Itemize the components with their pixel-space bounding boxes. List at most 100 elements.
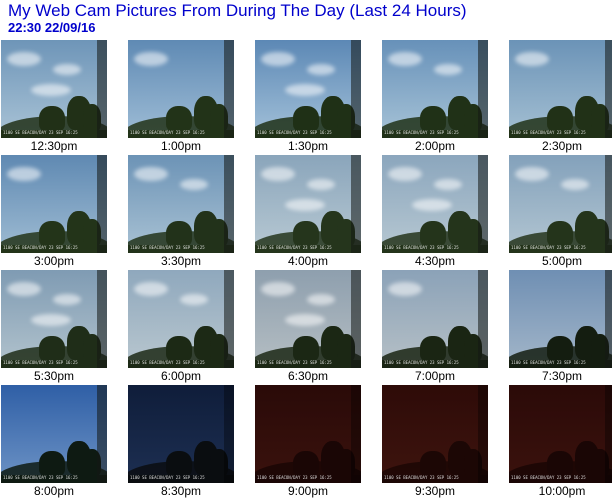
webcam-image[interactable]: 1100 SE BEACON/DAY 23 SEP 16:25 [128,40,234,138]
cloud-shape [261,282,295,296]
cloud-shape [261,167,295,181]
webcam-image[interactable]: 1100 SE BEACON/DAY 23 SEP 16:25 [509,270,612,368]
tree-silhouette [293,221,319,247]
webcam-thumbnail[interactable]: 1100 SE BEACON/DAY 23 SEP 16:25 1:30pm [255,40,361,154]
webcam-image[interactable]: 1100 SE BEACON/DAY 23 SEP 16:25 [255,40,361,138]
window-frame [605,385,612,483]
cloud-shape [307,294,335,305]
image-caption: 1100 SE BEACON/DAY 23 SEP 16:25 [511,360,586,365]
webcam-thumbnail[interactable]: 1100 SE BEACON/DAY 23 SEP 16:25 9:30pm [382,385,488,499]
webcam-image[interactable]: 1100 SE BEACON/DAY 23 SEP 16:25 [128,385,234,483]
webcam-thumbnail[interactable]: 1100 SE BEACON/DAY 23 SEP 16:25 2:30pm [509,40,612,154]
cloud-shape [515,167,549,181]
image-caption: 1100 SE BEACON/DAY 23 SEP 16:25 [130,360,205,365]
webcam-thumbnail[interactable]: 1100 SE BEACON/DAY 23 SEP 16:25 5:30pm [1,270,107,384]
webcam-image[interactable]: 1100 SE BEACON/DAY 23 SEP 16:25 [128,155,234,253]
tree-silhouette [39,451,65,477]
window-frame [97,270,107,368]
window-frame [97,385,107,483]
thumbnail-time-label: 6:30pm [287,369,329,383]
webcam-thumbnail[interactable]: 1100 SE BEACON/DAY 23 SEP 16:25 4:00pm [255,155,361,269]
thumbnail-time-label: 1:00pm [160,139,202,153]
image-caption: 1100 SE BEACON/DAY 23 SEP 16:25 [130,245,205,250]
tree-silhouette [420,336,446,362]
tree-silhouette [293,106,319,132]
webcam-thumbnail[interactable]: 1100 SE BEACON/DAY 23 SEP 16:25 4:30pm [382,155,488,269]
thumbnail-time-label: 5:00pm [541,254,583,268]
thumbnail-time-label: 9:30pm [414,484,456,498]
thumbnail-time-label: 9:00pm [287,484,329,498]
image-caption: 1100 SE BEACON/DAY 23 SEP 16:25 [384,130,459,135]
webcam-thumbnail[interactable]: 1100 SE BEACON/DAY 23 SEP 16:25 5:00pm [509,155,612,269]
webcam-thumbnail[interactable]: 1100 SE BEACON/DAY 23 SEP 16:25 7:00pm [382,270,488,384]
image-caption: 1100 SE BEACON/DAY 23 SEP 16:25 [257,245,332,250]
tree-silhouette [293,451,319,477]
webcam-image[interactable]: 1100 SE BEACON/DAY 23 SEP 16:25 [1,40,107,138]
page-title: My Web Cam Pictures From During The Day … [8,1,467,20]
image-caption: 1100 SE BEACON/DAY 23 SEP 16:25 [384,475,459,480]
webcam-thumbnail[interactable]: 1100 SE BEACON/DAY 23 SEP 16:25 9:00pm [255,385,361,499]
webcam-image[interactable]: 1100 SE BEACON/DAY 23 SEP 16:25 [382,40,488,138]
webcam-image[interactable]: 1100 SE BEACON/DAY 23 SEP 16:25 [255,155,361,253]
webcam-thumbnail[interactable]: 1100 SE BEACON/DAY 23 SEP 16:25 3:30pm [128,155,234,269]
thumbnail-time-label: 2:30pm [541,139,583,153]
image-caption: 1100 SE BEACON/DAY 23 SEP 16:25 [3,360,78,365]
cloud-shape [53,64,81,75]
webcam-thumbnail[interactable]: 1100 SE BEACON/DAY 23 SEP 16:25 8:30pm [128,385,234,499]
cloud-shape [434,64,462,75]
webcam-image[interactable]: 1100 SE BEACON/DAY 23 SEP 16:25 [509,155,612,253]
thumbnail-time-label: 5:30pm [33,369,75,383]
cloud-shape [31,314,71,326]
image-caption: 1100 SE BEACON/DAY 23 SEP 16:25 [257,360,332,365]
image-caption: 1100 SE BEACON/DAY 23 SEP 16:25 [511,245,586,250]
window-frame [224,385,234,483]
cloud-shape [7,282,41,296]
thumbnail-time-label: 4:30pm [414,254,456,268]
cloud-shape [388,167,422,181]
webcam-image[interactable]: 1100 SE BEACON/DAY 23 SEP 16:25 [255,270,361,368]
webcam-image[interactable]: 1100 SE BEACON/DAY 23 SEP 16:25 [382,270,488,368]
webcam-thumbnail[interactable]: 1100 SE BEACON/DAY 23 SEP 16:25 7:30pm [509,270,612,384]
cloud-shape [388,282,422,296]
webcam-image[interactable]: 1100 SE BEACON/DAY 23 SEP 16:25 [382,385,488,483]
tree-silhouette [420,451,446,477]
webcam-image[interactable]: 1100 SE BEACON/DAY 23 SEP 16:25 [255,385,361,483]
image-caption: 1100 SE BEACON/DAY 23 SEP 16:25 [130,475,205,480]
window-frame [478,270,488,368]
window-frame [605,155,612,253]
cloud-shape [31,84,71,96]
window-frame [351,385,361,483]
webcam-image[interactable]: 1100 SE BEACON/DAY 23 SEP 16:25 [1,385,107,483]
webcam-thumbnail[interactable]: 1100 SE BEACON/DAY 23 SEP 16:25 8:00pm [1,385,107,499]
thumbnail-time-label: 3:00pm [33,254,75,268]
tree-silhouette [547,451,573,477]
webcam-image[interactable]: 1100 SE BEACON/DAY 23 SEP 16:25 [509,40,612,138]
tree-silhouette [166,106,192,132]
webcam-thumbnail[interactable]: 1100 SE BEACON/DAY 23 SEP 16:25 6:30pm [255,270,361,384]
tree-silhouette [166,336,192,362]
webcam-image[interactable]: 1100 SE BEACON/DAY 23 SEP 16:25 [1,155,107,253]
webcam-thumbnail[interactable]: 1100 SE BEACON/DAY 23 SEP 16:25 10:00pm [509,385,612,499]
tree-silhouette [420,106,446,132]
thumbnail-time-label: 4:00pm [287,254,329,268]
tree-silhouette [39,336,65,362]
tree-silhouette [547,106,573,132]
thumbnail-time-label: 2:00pm [414,139,456,153]
webcam-image[interactable]: 1100 SE BEACON/DAY 23 SEP 16:25 [1,270,107,368]
webcam-thumbnail[interactable]: 1100 SE BEACON/DAY 23 SEP 16:25 12:30pm [1,40,107,154]
webcam-image[interactable]: 1100 SE BEACON/DAY 23 SEP 16:25 [128,270,234,368]
image-caption: 1100 SE BEACON/DAY 23 SEP 16:25 [384,360,459,365]
webcam-thumbnail[interactable]: 1100 SE BEACON/DAY 23 SEP 16:25 1:00pm [128,40,234,154]
cloud-shape [388,52,422,66]
webcam-thumbnail[interactable]: 1100 SE BEACON/DAY 23 SEP 16:25 6:00pm [128,270,234,384]
webcam-thumbnail[interactable]: 1100 SE BEACON/DAY 23 SEP 16:25 2:00pm [382,40,488,154]
image-caption: 1100 SE BEACON/DAY 23 SEP 16:25 [3,130,78,135]
webcam-image[interactable]: 1100 SE BEACON/DAY 23 SEP 16:25 [509,385,612,483]
tree-silhouette [39,221,65,247]
image-caption: 1100 SE BEACON/DAY 23 SEP 16:25 [511,130,586,135]
webcam-image[interactable]: 1100 SE BEACON/DAY 23 SEP 16:25 [382,155,488,253]
image-caption: 1100 SE BEACON/DAY 23 SEP 16:25 [130,130,205,135]
webcam-thumbnail[interactable]: 1100 SE BEACON/DAY 23 SEP 16:25 3:00pm [1,155,107,269]
cloud-shape [134,167,168,181]
tree-silhouette [547,221,573,247]
